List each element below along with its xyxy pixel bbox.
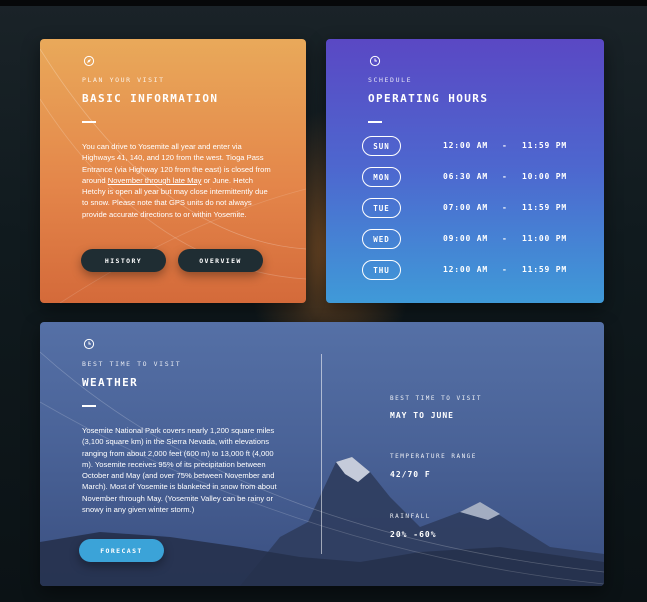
title-rule (82, 405, 96, 407)
hours-row-tue: TUE 07:00 AM - 11:59 PM (362, 198, 572, 218)
history-button[interactable]: HISTORY (81, 249, 166, 272)
close-time: 11:59 PM (522, 265, 567, 274)
stat-label: TEMPERATURE RANGE (390, 453, 477, 460)
stat-label: BEST TIME TO VISIT (390, 395, 483, 402)
open-time: 07:00 AM (443, 203, 488, 212)
card-eyebrow: SCHEDULE (368, 76, 413, 84)
hours-row-thu: THU 12:00 AM - 11:59 PM (362, 260, 572, 280)
weather-card: BEST TIME TO VISIT WEATHER Yosemite Nati… (40, 322, 604, 586)
day-badge: TUE (362, 198, 401, 218)
basic-info-description: You can drive to Yosemite all year and e… (82, 141, 276, 220)
day-badge: WED (362, 229, 401, 249)
open-time: 12:00 AM (443, 265, 488, 274)
close-time: 11:00 PM (522, 234, 567, 243)
hours-row-sun: SUN 12:00 AM - 11:59 PM (362, 136, 572, 156)
top-bar (0, 0, 647, 6)
day-badge: SUN (362, 136, 401, 156)
forecast-button[interactable]: FORECAST (79, 539, 164, 562)
day-badge: MON (362, 167, 401, 187)
card-title: BASIC INFORMATION (82, 92, 219, 105)
card-eyebrow: BEST TIME TO VISIT (82, 360, 182, 368)
day-badge: THU (362, 260, 401, 280)
hours-row-mon: MON 06:30 AM - 10:00 PM (362, 167, 572, 187)
weather-divider (321, 354, 322, 554)
card-title: OPERATING HOURS (368, 92, 489, 105)
open-time: 09:00 AM (443, 234, 488, 243)
time-separator: - (502, 141, 508, 150)
stat-value: 42/70 F (390, 470, 431, 479)
time-separator: - (502, 234, 508, 243)
weather-description: Yosemite National Park covers nearly 1,2… (82, 426, 277, 515)
clock-icon (83, 338, 95, 350)
dates-link[interactable]: November through late May (108, 176, 202, 185)
card-eyebrow: PLAN YOUR VISIT (82, 76, 165, 84)
stat-value: 20% -60% (390, 530, 437, 539)
card-title: WEATHER (82, 376, 139, 389)
basic-information-card: PLAN YOUR VISIT BASIC INFORMATION You ca… (40, 39, 306, 303)
operating-hours-card: SCHEDULE OPERATING HOURS SUN 12:00 AM - … (326, 39, 604, 303)
compass-icon (83, 55, 95, 67)
time-separator: - (502, 265, 508, 274)
close-time: 11:59 PM (522, 141, 567, 150)
title-rule (368, 121, 382, 123)
overview-button[interactable]: OVERVIEW (178, 249, 263, 272)
title-rule (82, 121, 96, 123)
stat-value: MAY TO JUNE (390, 411, 454, 420)
hours-row-wed: WED 09:00 AM - 11:00 PM (362, 229, 572, 249)
time-separator: - (502, 203, 508, 212)
close-time: 10:00 PM (522, 172, 567, 181)
clock-icon (369, 55, 381, 67)
time-separator: - (502, 172, 508, 181)
open-time: 06:30 AM (443, 172, 488, 181)
stat-label: RAINFALL (390, 513, 431, 520)
close-time: 11:59 PM (522, 203, 567, 212)
open-time: 12:00 AM (443, 141, 488, 150)
